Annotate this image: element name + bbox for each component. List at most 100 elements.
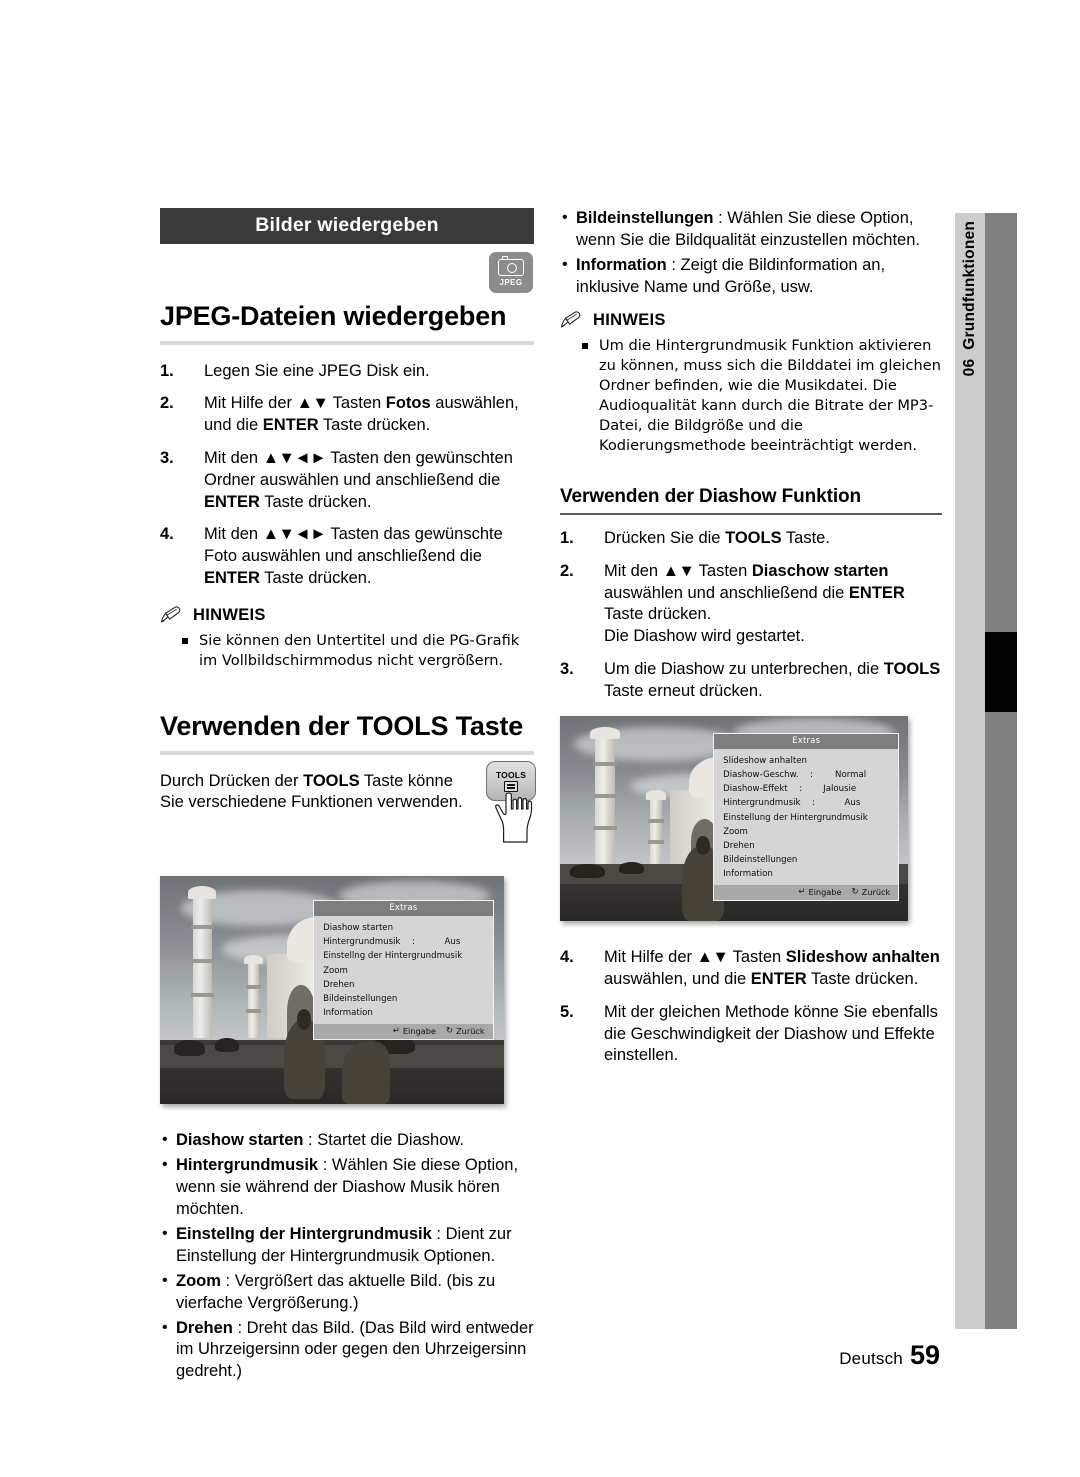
- osd-item-label: Zoom: [723, 826, 748, 837]
- list-item: Information : Zeigt die Bildinformation …: [560, 254, 942, 299]
- osd-item-value: Jalousie: [823, 784, 857, 795]
- osd-menu-item[interactable]: Bildeinstellungen: [314, 992, 493, 1006]
- chapter-tab-text: 06 Grundfunktionen: [955, 221, 985, 641]
- shrub: [215, 1037, 240, 1052]
- osd-item-value: Aus: [844, 798, 861, 809]
- step-text: Legen Sie eine JPEG Disk ein.: [204, 361, 430, 380]
- list-item: 3. Um die Diashow zu unterbrechen, die TO…: [560, 659, 942, 703]
- emphasis: ENTER: [204, 568, 260, 587]
- step-number: 1.: [560, 529, 574, 547]
- footer-page-number: 59: [909, 1340, 940, 1370]
- osd-footer-1: ↵ Eingabe ↻ Zurück: [314, 1024, 493, 1039]
- arrow-keys-icon: ▲▼: [696, 948, 729, 967]
- osd-item-label: Diashow-Geschw.: [723, 770, 799, 781]
- return-arrow-icon: ↻: [851, 887, 859, 898]
- osd-return-hint-2[interactable]: ↻ Zurück: [852, 887, 891, 897]
- footer-language: Deutsch: [839, 1349, 903, 1368]
- option-term: Information: [576, 255, 667, 274]
- osd-menu-item[interactable]: Diashow-Geschw.: Normal: [714, 768, 898, 782]
- list-item: Zoom : Vergrößert das aktuelle Bild. (bi…: [160, 1270, 534, 1315]
- minaret-cap-mid: [243, 954, 263, 965]
- tools-intro-text: Durch Drücken der TOOLS Taste könne Sie …: [160, 771, 463, 812]
- osd-return-hint-1[interactable]: ↻ Zurück: [446, 1026, 485, 1036]
- step-number: 4.: [160, 525, 174, 544]
- minaret-left: [190, 896, 214, 1038]
- emphasis: Fotos: [385, 394, 431, 413]
- osd-item-value: Aus: [444, 937, 461, 948]
- minaret-cap-left: [188, 886, 217, 899]
- note-block-right: HINWEIS Um die Hintergrundmusik Funktion…: [560, 311, 942, 457]
- option-term: Hintergrundmusik: [176, 1155, 319, 1174]
- osd-rows-2[interactable]: Slideshow anhalten Diashow-Geschw.: Normal…: [714, 749, 898, 886]
- option-separator: :: [303, 1131, 318, 1150]
- tools-key-graphic: TOOLS: [486, 760, 536, 843]
- option-separator: :: [431, 1224, 446, 1243]
- osd-menu-item[interactable]: Drehen: [714, 839, 898, 853]
- osd-rows-1[interactable]: Diashow starten Hintergrundmusik: Aus Einst…: [314, 916, 493, 1024]
- osd-item-label: Slideshow anhalten: [723, 755, 807, 766]
- osd-menu-item[interactable]: Slideshow anhalten: [714, 754, 898, 768]
- osd-menu-item[interactable]: Information: [314, 1006, 493, 1020]
- osd-item-colon: :: [799, 784, 803, 795]
- osd-item-label: Information: [323, 1008, 373, 1019]
- tv-screenshot-2: Extras Slideshow anhalten Diashow-Geschw.…: [560, 716, 908, 922]
- list-item: Hintergrundmusik : Wählen Sie diese Opti…: [160, 1154, 534, 1221]
- osd-menu-item[interactable]: Zoom: [714, 825, 898, 839]
- arrow-keys-icon: ▲▼: [296, 394, 329, 413]
- note-heading-right: HINWEIS: [560, 311, 942, 330]
- osd-menu-item[interactable]: Hintergrundmusik: Aus: [714, 796, 898, 810]
- option-description: Startet die Diashow.: [317, 1131, 464, 1150]
- step-text: Mit den ▲▼ Tasten Diaschow starten auswä…: [604, 561, 905, 646]
- list-item: 3. Mit den ▲▼◄► Tasten den gewünschten Or…: [160, 448, 534, 513]
- osd-menu-item[interactable]: Information: [714, 867, 898, 881]
- osd-item-label: Einstellng der Hintergrundmusik: [323, 951, 463, 962]
- right-options-list: Bildeinstellungen : Wählen Sie diese Opt…: [560, 207, 942, 299]
- option-separator: :: [232, 1318, 247, 1337]
- option-separator: :: [318, 1155, 332, 1174]
- person: [342, 1042, 391, 1105]
- minaret-mid: [648, 798, 665, 864]
- chapter-tab: 06 Grundfunktionen: [955, 213, 1017, 1329]
- chapter-tab-marker: [985, 632, 1017, 712]
- emphasis: TOOLS: [883, 659, 941, 678]
- osd-enter-hint-1[interactable]: ↵ Eingabe: [393, 1026, 436, 1036]
- note-items-right: Um die Hintergrundmusik Funktion aktivie…: [560, 336, 942, 457]
- emphasis: ENTER: [848, 583, 905, 602]
- osd-enter-label-2: Eingabe: [808, 887, 842, 898]
- osd-menu-item[interactable]: Einstellung der Hintergrundmusik: [714, 811, 898, 825]
- osd-item-label: Bildeinstellungen: [323, 994, 398, 1005]
- option-term: Drehen: [176, 1318, 233, 1337]
- osd-item-label: Information: [723, 869, 773, 880]
- step-text: Mit den ▲▼◄► Tasten das gewünschte Foto …: [204, 525, 503, 587]
- osd-menu-item[interactable]: Drehen: [314, 978, 493, 992]
- osd-menu-item[interactable]: Hintergrundmusik: Aus: [314, 935, 493, 949]
- chapter-number: 06: [961, 358, 978, 377]
- page-footer: Deutsch 59: [0, 1340, 1080, 1371]
- osd-item-label: Diashow-Effekt: [723, 784, 788, 795]
- osd-menu-item[interactable]: Diashow starten: [314, 921, 493, 935]
- right-column: Bildeinstellungen : Wählen Sie diese Opt…: [560, 207, 942, 1078]
- pencil-icon: [160, 606, 181, 623]
- osd-enter-hint-2[interactable]: ↵ Eingabe: [798, 887, 841, 897]
- lawn: [160, 1044, 504, 1068]
- osd-menu-item[interactable]: Bildeinstellungen: [714, 853, 898, 867]
- section-title-bar: Bilder wiedergeben: [160, 208, 534, 244]
- emphasis: TOOLS: [725, 529, 782, 547]
- chapter-title: Grundfunktionen: [961, 221, 978, 350]
- option-term: Zoom: [176, 1271, 221, 1290]
- osd-menu-item[interactable]: Einstellng der Hintergrundmusik: [314, 949, 493, 963]
- note-item: Sie können den Untertitel und die PG-Gra…: [182, 631, 534, 671]
- osd-menu-1[interactable]: Extras Diashow starten Hintergrundmusik: A…: [313, 899, 494, 1040]
- step-number: 3.: [560, 659, 574, 678]
- option-separator: :: [666, 255, 681, 274]
- osd-menu-2[interactable]: Extras Slideshow anhalten Diashow-Geschw.…: [713, 732, 900, 901]
- osd-item-label: Drehen: [723, 840, 755, 851]
- osd-menu-item[interactable]: Zoom: [314, 964, 493, 978]
- osd-footer-2: ↵ Eingabe ↻ Zurück: [714, 885, 899, 900]
- note-heading: HINWEIS: [160, 606, 534, 625]
- tools-key-label: TOOLS: [495, 769, 527, 780]
- osd-menu-item[interactable]: Diashow-Effekt: Jalousie: [714, 782, 898, 796]
- osd-item-label: Einstellung der Hintergrundmusik: [723, 812, 868, 823]
- enter-arrow-icon: ↵: [798, 887, 806, 898]
- tools-intro-wrap: Durch Drücken der TOOLS Taste könne Sie …: [160, 760, 536, 843]
